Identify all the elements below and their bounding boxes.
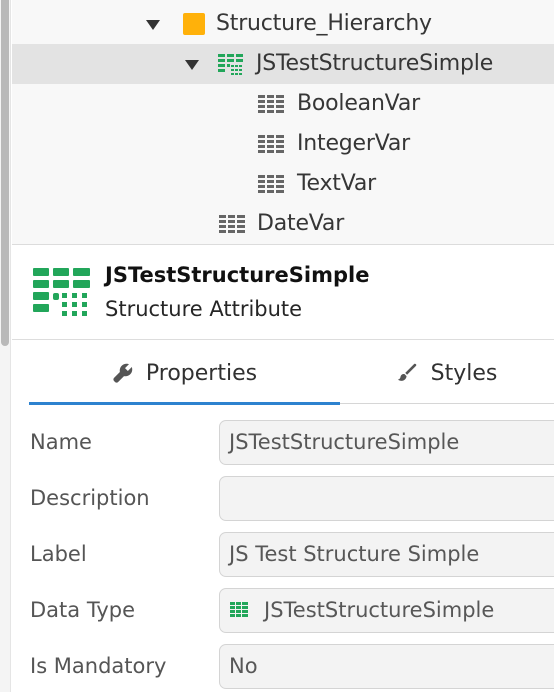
left-scrollbar-thumb[interactable] xyxy=(1,0,9,346)
property-label: Label xyxy=(30,542,87,566)
structure-attribute-icon xyxy=(258,95,284,113)
properties-form: Name JSTestStructureSimple Description L… xyxy=(29,405,554,692)
property-row-label: Label JS Test Structure Simple xyxy=(29,526,554,582)
data-type-value: JSTestStructureSimple xyxy=(264,598,495,622)
chevron-down-icon[interactable] xyxy=(185,60,199,70)
tab-label: Properties xyxy=(145,360,258,386)
tree-item-label: BooleanVar xyxy=(297,91,420,116)
structure-attribute-icon xyxy=(219,215,245,233)
folder-icon xyxy=(183,13,205,35)
property-row-description: Description xyxy=(29,470,554,526)
left-scrollbar[interactable] xyxy=(0,0,11,692)
tab-properties[interactable]: Properties xyxy=(29,342,340,405)
tree-item-booleanvar[interactable]: BooleanVar xyxy=(12,84,554,124)
is-mandatory-field[interactable]: No xyxy=(219,644,554,689)
tree-item-label: TextVar xyxy=(297,171,376,196)
tree-item-label: Structure_Hierarchy xyxy=(216,11,432,36)
tree-item-label: JSTestStructureSimple xyxy=(256,51,494,76)
structure-attribute-icon xyxy=(258,175,284,193)
wrench-icon xyxy=(113,363,133,383)
structure-icon xyxy=(33,268,90,316)
data-type-field[interactable]: JSTestStructureSimple xyxy=(219,588,554,633)
selected-element-type: Structure Attribute xyxy=(105,297,303,321)
tree-item-label: DateVar xyxy=(257,211,345,236)
selected-element-title: JSTestStructureSimple xyxy=(105,263,370,287)
property-row-data-type: Data Type JSTestStructureSimple xyxy=(29,582,554,638)
properties-tabs: Properties Styles xyxy=(29,342,554,405)
tree-item-structure-hierarchy[interactable]: Structure_Hierarchy xyxy=(12,4,554,44)
name-field[interactable]: JSTestStructureSimple xyxy=(219,420,554,465)
chevron-down-icon[interactable] xyxy=(146,20,160,30)
description-field[interactable] xyxy=(219,476,554,521)
tab-styles[interactable]: Styles xyxy=(340,342,554,404)
property-label: Data Type xyxy=(30,598,136,622)
structure-icon xyxy=(230,602,248,617)
tree-item-jsteststructuresimple[interactable]: JSTestStructureSimple xyxy=(12,44,554,84)
tab-label: Styles xyxy=(430,360,498,386)
property-label: Name xyxy=(30,430,92,454)
element-details-header: JSTestStructureSimple Structure Attribut… xyxy=(12,246,554,340)
structure-attribute-icon xyxy=(258,135,284,153)
tree-item-integervar[interactable]: IntegerVar xyxy=(12,124,554,164)
structure-icon xyxy=(218,54,243,75)
tree-item-textvar[interactable]: TextVar xyxy=(12,164,554,204)
property-label: Is Mandatory xyxy=(30,654,167,678)
property-row-name: Name JSTestStructureSimple xyxy=(29,414,554,470)
label-field[interactable]: JS Test Structure Simple xyxy=(219,532,554,577)
tree-item-datevar[interactable]: DateVar xyxy=(12,204,554,244)
paintbrush-icon xyxy=(397,363,416,381)
properties-panel-app: Structure_Hierarchy JSTestStructureSimpl… xyxy=(0,0,554,692)
property-row-is-mandatory: Is Mandatory No xyxy=(29,638,554,692)
tree-item-label: IntegerVar xyxy=(297,131,411,156)
property-label: Description xyxy=(30,486,150,510)
structure-tree: Structure_Hierarchy JSTestStructureSimpl… xyxy=(12,0,554,245)
